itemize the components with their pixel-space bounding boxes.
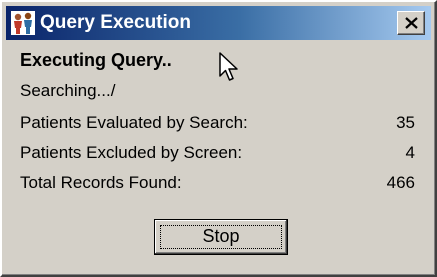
progress-heading: Executing Query.. xyxy=(20,50,172,70)
stat-row-total: Total Records Found: 466 xyxy=(20,171,415,195)
title-bar[interactable]: Query Execution xyxy=(6,6,431,40)
search-status: Searching.../ xyxy=(20,81,116,100)
query-execution-dialog: Query Execution Executing Query.. Search… xyxy=(0,0,437,277)
stat-label: Patients Evaluated by Search: xyxy=(20,113,248,132)
stat-value: 466 xyxy=(386,173,415,192)
stat-value: 35 xyxy=(396,113,415,132)
close-button[interactable] xyxy=(397,11,425,35)
stop-button[interactable]: Stop xyxy=(154,219,288,255)
patients-icon xyxy=(11,11,35,35)
stat-value: 4 xyxy=(405,143,415,162)
stop-button-label: Stop xyxy=(202,226,240,246)
stat-label: Patients Excluded by Screen: xyxy=(20,143,243,162)
window-title: Query Execution xyxy=(40,12,191,33)
stat-label: Total Records Found: xyxy=(20,173,182,192)
stat-row-evaluated: Patients Evaluated by Search: 35 xyxy=(20,111,415,135)
close-icon xyxy=(405,17,418,29)
mouse-pointer-icon xyxy=(219,52,238,81)
stat-row-excluded: Patients Excluded by Screen: 4 xyxy=(20,141,415,165)
